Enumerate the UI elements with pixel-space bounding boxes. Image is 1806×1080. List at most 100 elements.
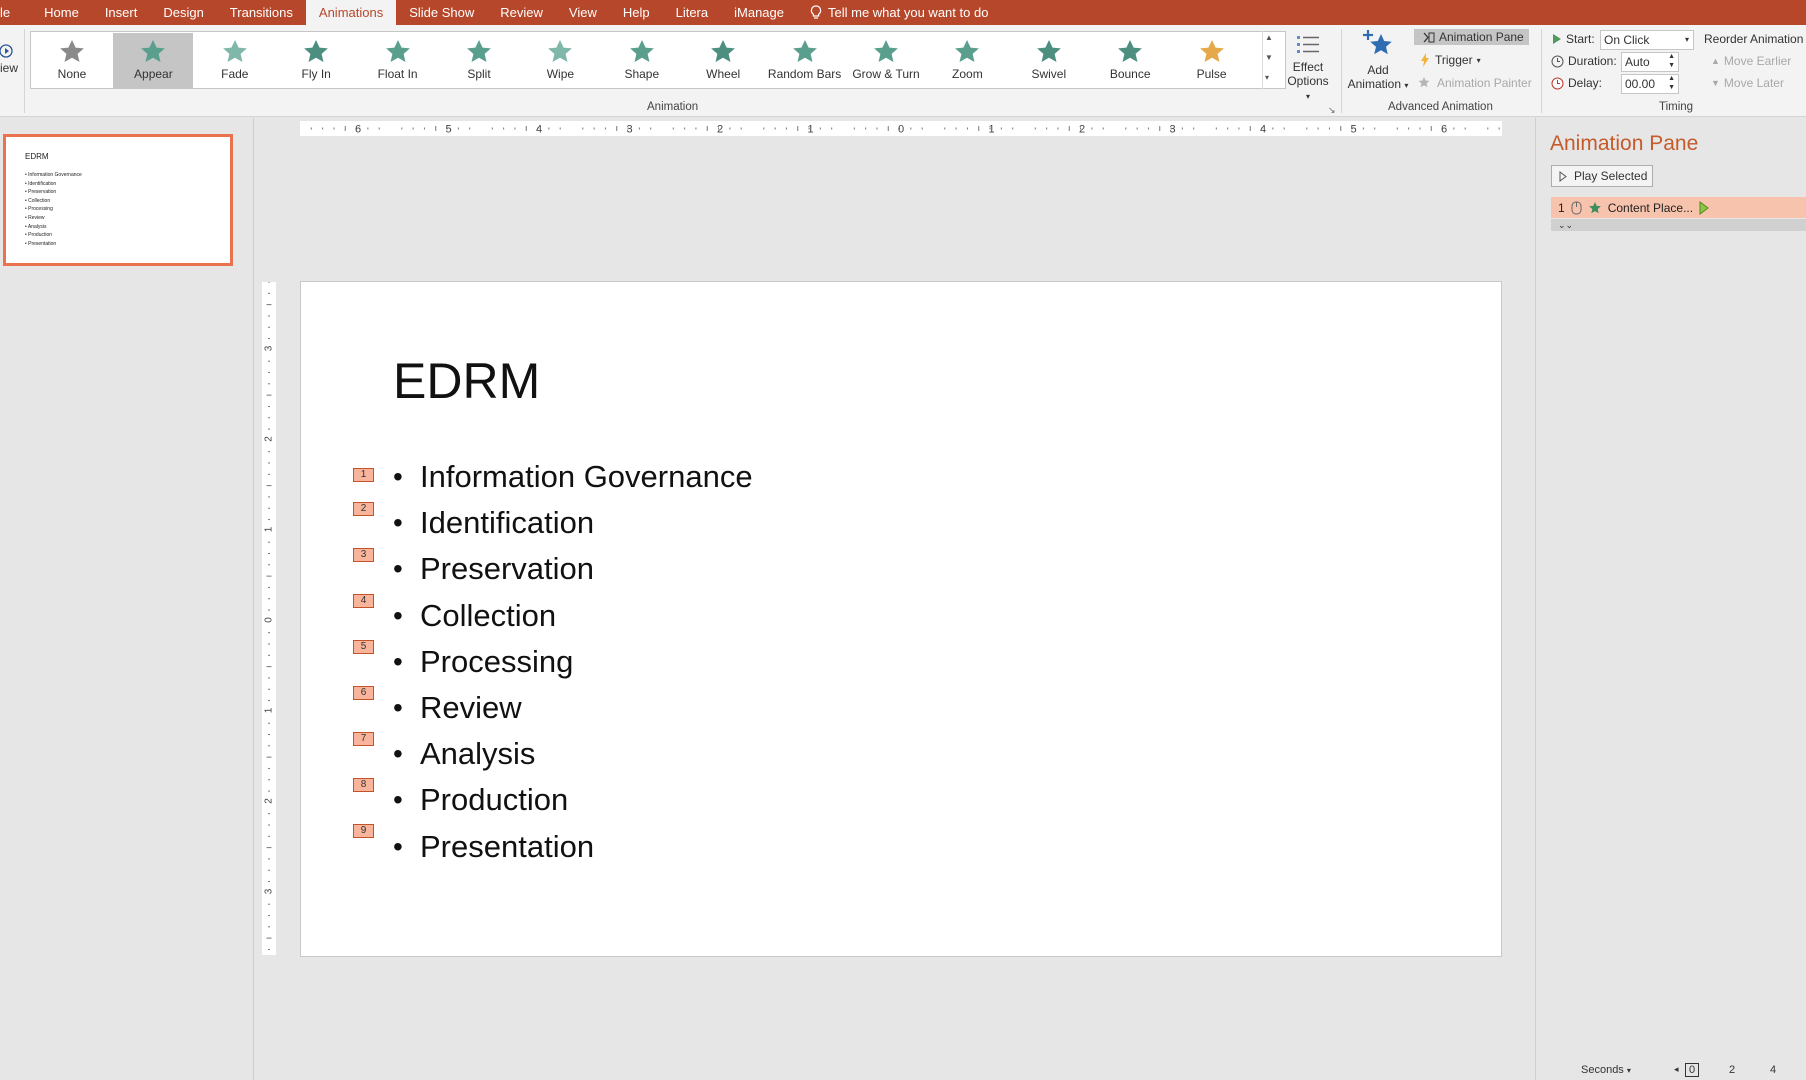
animation-painter-button[interactable]: Animation Painter (1417, 76, 1532, 90)
tell-me-text: Tell me what you want to do (828, 5, 989, 20)
separator (24, 29, 25, 113)
tab-view[interactable]: View (556, 0, 610, 25)
start-label: Start: (1566, 32, 1595, 46)
ruler-label: 0 (264, 617, 275, 623)
animation-pane-icon (1423, 32, 1435, 42)
animation-tag[interactable]: 6 (353, 686, 374, 700)
slide-thumbnail[interactable]: EDRM • Information Governance • Identifi… (3, 134, 233, 266)
star-icon (629, 40, 654, 62)
delay-label-row: Delay: (1551, 76, 1602, 90)
animation-effect-float-in[interactable]: Float In (358, 33, 438, 88)
slide-title[interactable]: EDRM (393, 352, 540, 410)
add-animation-button[interactable]: Add Animation ▾ (1342, 28, 1414, 93)
animation-effect-swivel[interactable]: Swivel (1009, 33, 1089, 88)
animation-group-label: Animation (647, 101, 699, 113)
ruler-label: 3 (264, 345, 275, 351)
play-selected-button[interactable]: Play Selected (1551, 165, 1653, 187)
trigger-label: Trigger (1435, 53, 1473, 67)
duration-input[interactable]: Auto ▲ ▼ (1621, 52, 1679, 72)
animation-effect-random-bars[interactable]: Random Bars (765, 33, 845, 88)
animation-effect-fade[interactable]: Fade (195, 33, 275, 88)
thumbnail-bullet: • Preservation (25, 189, 57, 196)
animation-tag[interactable]: 5 (353, 640, 374, 654)
slide-canvas[interactable]: EDRM 1 2 3 4 5 6 7 8 9 • Information Gove… (300, 281, 1502, 957)
bullet-text: Review (420, 690, 522, 726)
ruler-label: 0 (898, 124, 904, 136)
animation-tag[interactable]: 2 (353, 502, 374, 516)
tab-animations[interactable]: Animations (305, 0, 397, 25)
timing-bar-icon (1699, 200, 1709, 215)
animation-effect-label: Shape (624, 67, 660, 81)
tab-review[interactable]: Review (487, 0, 556, 25)
animation-effect-fly-in[interactable]: Fly In (276, 33, 356, 88)
trigger-button[interactable]: Trigger ▾ (1419, 53, 1481, 67)
tab-file[interactable]: le (0, 0, 16, 25)
animation-tag[interactable]: 4 (353, 594, 374, 608)
chevron-down-icon: ▾ (1684, 35, 1689, 44)
animation-effect-appear[interactable]: Appear (113, 33, 194, 88)
animation-pane-button[interactable]: Animation Pane (1414, 29, 1529, 45)
add-animation-label-1: Add (1367, 63, 1389, 77)
tab-transitions[interactable]: Transitions (217, 0, 306, 25)
animation-effect-shape[interactable]: Shape (602, 33, 682, 88)
gallery-up-icon[interactable]: ▲ (1265, 33, 1273, 42)
gallery-down-icon[interactable]: ▼ (1265, 53, 1273, 62)
delay-input[interactable]: 00.00 ▲ ▼ (1621, 74, 1679, 94)
ruler-label: 4 (536, 124, 542, 136)
animation-effect-bounce[interactable]: Bounce (1090, 33, 1170, 88)
tab-home[interactable]: Home (16, 0, 92, 25)
animation-effect-grow-turn[interactable]: Grow & Turn (846, 33, 926, 88)
animation-effect-pulse[interactable]: Pulse (1172, 33, 1252, 88)
gallery-scroll[interactable]: ▲ ▼ ▾ (1262, 31, 1276, 89)
animation-effect-wipe[interactable]: Wipe (520, 33, 600, 88)
animation-painter-label: Animation Painter (1437, 76, 1532, 90)
animation-effect-split[interactable]: Split (439, 33, 519, 88)
move-later-button[interactable]: ▼ Move Later (1711, 76, 1784, 90)
lightning-icon (1421, 53, 1429, 67)
bullet-text: Information Governance (420, 459, 753, 495)
seconds-dropdown[interactable]: Seconds ▾ (1581, 1064, 1631, 1076)
bullet-item: • Production (393, 782, 569, 818)
move-earlier-button[interactable]: ▲ Move Earlier (1711, 54, 1791, 68)
add-animation-star-icon (1363, 30, 1392, 55)
animation-pane: Animation Pane Play Selected 1 Content P… (1535, 118, 1806, 1080)
animation-tag[interactable]: 1 (353, 468, 374, 482)
animation-tag[interactable]: 3 (353, 548, 374, 562)
animation-item-label: Content Place... (1607, 200, 1694, 215)
tab-insert[interactable]: Insert (92, 0, 151, 25)
animation-effect-label: Random Bars (767, 67, 842, 81)
tab-litera[interactable]: Litera (663, 0, 722, 25)
content-placeholder[interactable]: • Information Governance • Identification … (393, 454, 753, 870)
ruler-label: 3 (1169, 124, 1175, 136)
animation-effect-zoom[interactable]: Zoom (927, 33, 1007, 88)
star-icon (1118, 40, 1143, 62)
tab-imanage[interactable]: iManage (721, 0, 797, 25)
gallery-more-icon[interactable]: ▾ (1265, 73, 1269, 82)
tab-help[interactable]: Help (610, 0, 663, 25)
dialog-launcher-icon[interactable]: ↘ (1328, 105, 1336, 116)
spinner-icon[interactable]: ▲ ▼ (1668, 52, 1675, 70)
animation-effect-none[interactable]: None (32, 33, 112, 88)
preview-button[interactable]: iew (0, 43, 18, 75)
animation-list-item[interactable]: 1 Content Place... (1551, 197, 1806, 218)
effect-options-button[interactable]: Effect Options ▾ (1284, 33, 1332, 104)
animation-effect-wheel[interactable]: Wheel (683, 33, 763, 88)
animation-pane-label: Animation Pane (1439, 30, 1524, 44)
animation-tag[interactable]: 7 (353, 732, 374, 746)
delay-label: Delay: (1568, 76, 1603, 90)
delay-value: 00.00 (1625, 77, 1656, 91)
bullet-item: • Preservation (393, 551, 595, 587)
tab-slide-show[interactable]: Slide Show (396, 0, 487, 25)
timeline-left-arrow-icon[interactable]: ◂ (1674, 1064, 1679, 1075)
star-icon (955, 40, 980, 62)
animation-tag[interactable]: 8 (353, 778, 374, 792)
bullet-text: Analysis (420, 736, 536, 772)
start-select[interactable]: On Click ▾ (1600, 30, 1694, 50)
animation-tag[interactable]: 9 (353, 824, 374, 838)
tell-me-box[interactable]: Tell me what you want to do (797, 0, 1001, 25)
ruler-label: 1 (264, 707, 275, 713)
expand-contents-icon[interactable]: ⌄⌄ (1551, 219, 1806, 231)
spinner-icon[interactable]: ▲ ▼ (1668, 74, 1675, 92)
tab-design[interactable]: Design (150, 0, 216, 25)
delay-clock-icon (1551, 77, 1564, 89)
